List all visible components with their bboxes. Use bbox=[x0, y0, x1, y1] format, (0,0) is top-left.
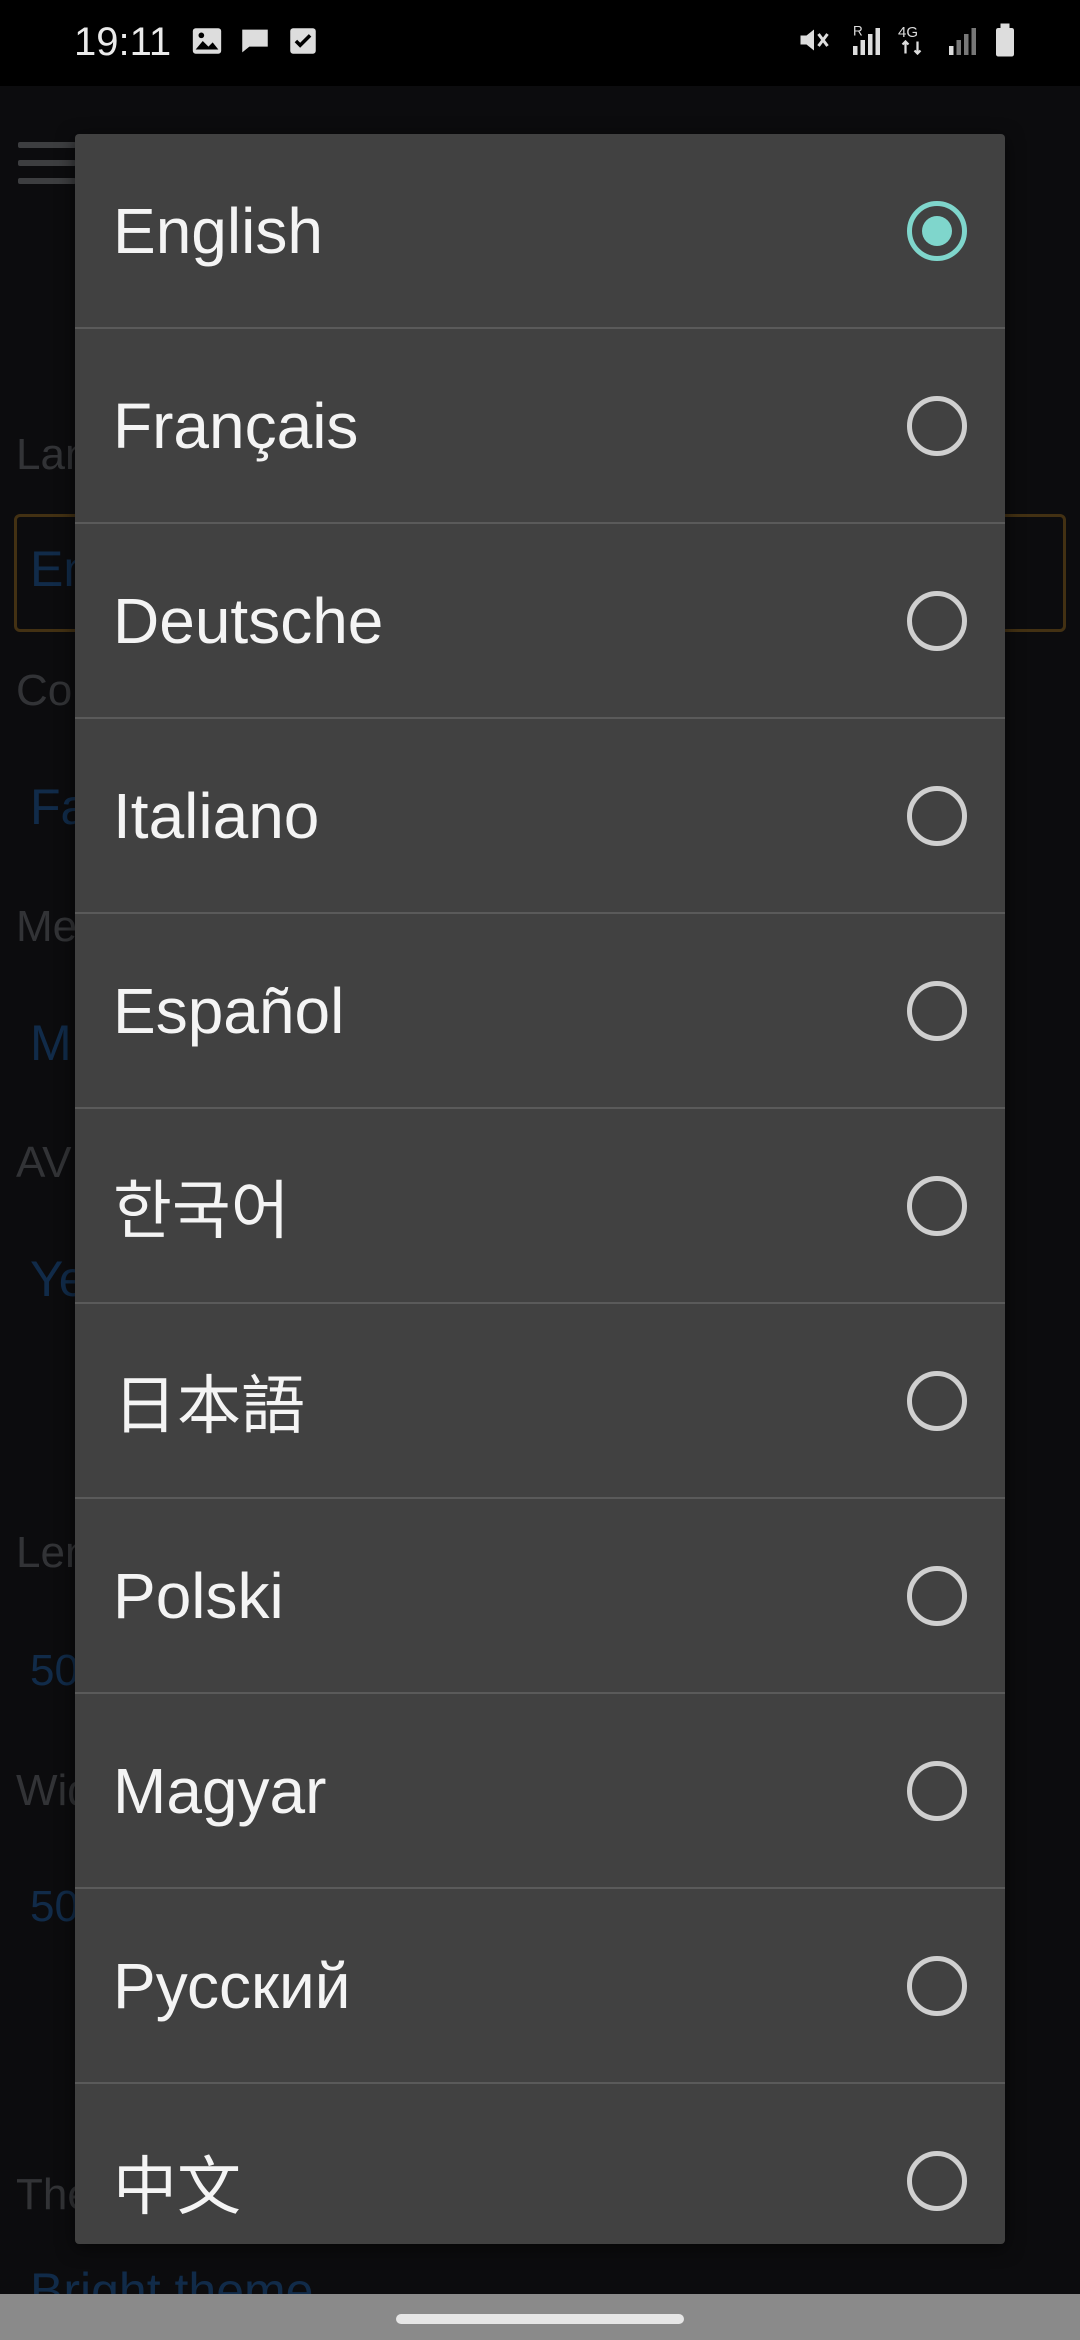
option-label: Español bbox=[113, 974, 345, 1047]
checkbox-icon bbox=[290, 28, 316, 54]
option-label: 中文 bbox=[113, 2150, 241, 2223]
radio-unchecked-icon[interactable] bbox=[907, 786, 967, 846]
language-option-italian[interactable]: Italiano bbox=[75, 719, 1005, 914]
message-icon bbox=[242, 29, 268, 53]
status-time: 19:11 bbox=[74, 20, 172, 64]
home-gesture-handle[interactable] bbox=[396, 2314, 684, 2324]
language-dialog: English Français Deutsche Italiano Españ… bbox=[75, 134, 1005, 2244]
option-label: Italiano bbox=[113, 779, 320, 852]
language-option-english[interactable]: English bbox=[75, 134, 1005, 329]
signal-icon bbox=[949, 28, 976, 55]
radio-unchecked-icon[interactable] bbox=[907, 591, 967, 651]
radio-unchecked-icon[interactable] bbox=[907, 1566, 967, 1626]
radio-unchecked-icon[interactable] bbox=[907, 1956, 967, 2016]
4g-icon: 4G bbox=[898, 24, 922, 56]
language-option-hungarian[interactable]: Magyar bbox=[75, 1694, 1005, 1889]
mute-icon bbox=[800, 29, 829, 51]
radio-unchecked-icon[interactable] bbox=[907, 981, 967, 1041]
option-label: Français bbox=[113, 389, 359, 462]
radio-checked-icon[interactable] bbox=[907, 201, 967, 261]
radio-unchecked-icon[interactable] bbox=[907, 396, 967, 456]
radio-unchecked-icon[interactable] bbox=[907, 1371, 967, 1431]
language-option-spanish[interactable]: Español bbox=[75, 914, 1005, 1109]
radio-unchecked-icon[interactable] bbox=[907, 1761, 967, 1821]
image-icon bbox=[192, 28, 222, 54]
option-label: 한국어 bbox=[113, 1174, 290, 1247]
signal-r-icon: R bbox=[853, 24, 880, 55]
option-label: Polski bbox=[113, 1559, 284, 1632]
option-label: 日本語 bbox=[113, 1369, 305, 1442]
option-label: English bbox=[113, 194, 323, 267]
language-option-russian[interactable]: Русский bbox=[75, 1889, 1005, 2084]
svg-text:4G: 4G bbox=[898, 24, 918, 41]
radio-unchecked-icon[interactable] bbox=[907, 1176, 967, 1236]
language-option-german[interactable]: Deutsche bbox=[75, 524, 1005, 719]
battery-icon bbox=[996, 23, 1014, 57]
status-bar: 19:11 R 4G bbox=[0, 0, 1080, 86]
option-label: Русский bbox=[113, 1949, 351, 2022]
language-option-japanese[interactable]: 日本語 bbox=[75, 1304, 1005, 1499]
language-option-korean[interactable]: 한국어 bbox=[75, 1109, 1005, 1304]
svg-text:R: R bbox=[853, 24, 863, 39]
system-icons: R 4G bbox=[796, 22, 1016, 58]
language-option-french[interactable]: Français bbox=[75, 329, 1005, 524]
option-label: Magyar bbox=[113, 1754, 327, 1827]
radio-unchecked-icon[interactable] bbox=[907, 2151, 967, 2211]
navigation-bar bbox=[0, 2294, 1080, 2340]
notification-icons bbox=[190, 24, 320, 58]
language-option-polish[interactable]: Polski bbox=[75, 1499, 1005, 1694]
language-option-chinese[interactable]: 中文 bbox=[75, 2084, 1005, 2244]
option-label: Deutsche bbox=[113, 584, 384, 657]
